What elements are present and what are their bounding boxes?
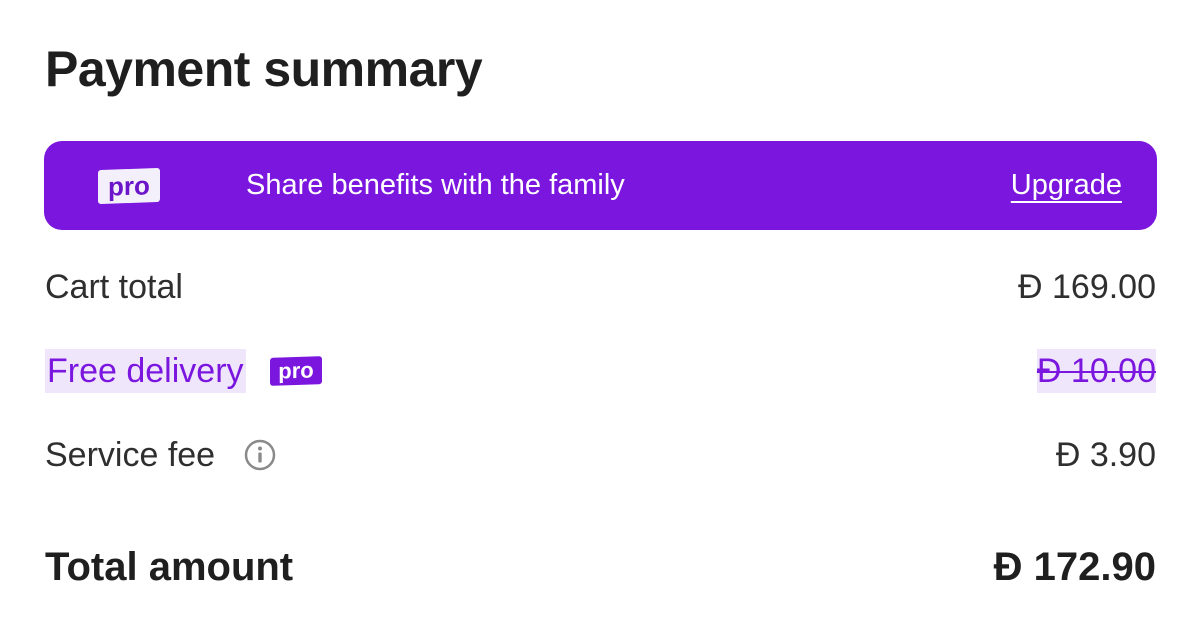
free-delivery-label: Free delivery	[45, 349, 246, 393]
banner-text: Share benefits with the family	[246, 169, 625, 201]
page-title: Payment summary	[45, 41, 483, 97]
pro-upgrade-banner[interactable]: pro Share benefits with the family Upgra…	[44, 141, 1157, 230]
cart-total-value: Đ 169.00	[1018, 268, 1156, 306]
info-icon[interactable]	[243, 438, 277, 472]
upgrade-link[interactable]: Upgrade	[1011, 141, 1122, 230]
cart-total-row: Cart total Đ 169.00	[45, 262, 1156, 312]
delivery-fee-struck-value: Đ 10.00	[1036, 349, 1156, 393]
service-fee-value: Đ 3.90	[1055, 436, 1156, 474]
cart-total-label: Cart total	[45, 267, 183, 306]
pro-badge-small: pro	[269, 356, 322, 386]
total-amount-label: Total amount	[45, 544, 294, 589]
pro-badge: pro	[98, 167, 160, 205]
service-fee-label: Service fee	[45, 435, 216, 474]
total-amount-row: Total amount Đ 172.90	[45, 542, 1156, 592]
total-amount-value: Đ 172.90	[993, 545, 1156, 589]
service-fee-row: Service fee Đ 3.90	[45, 430, 1156, 480]
free-delivery-row: Free delivery pro Đ 10.00	[45, 346, 1156, 396]
